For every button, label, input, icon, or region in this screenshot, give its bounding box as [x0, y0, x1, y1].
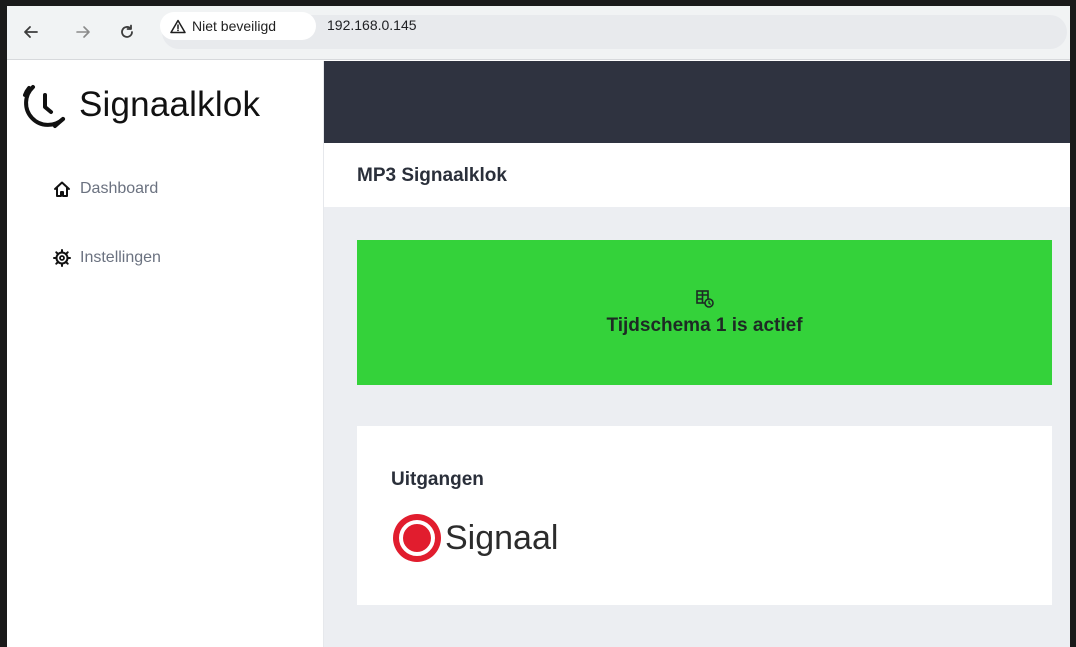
sidebar: Signaalklok Dashboard Instellingen: [7, 61, 324, 647]
top-bar: [324, 61, 1070, 143]
forward-icon[interactable]: [71, 20, 95, 44]
url-text[interactable]: 192.168.0.145: [327, 17, 417, 33]
sidebar-item-label: Instellingen: [80, 249, 161, 266]
sidebar-item-label: Dashboard: [80, 180, 159, 197]
main-content: MP3 Signaalklok Tijdschema 1 is actief U…: [324, 61, 1070, 647]
back-icon[interactable]: [19, 20, 43, 44]
home-icon: [54, 181, 70, 197]
schedule-icon: [695, 289, 714, 308]
warning-icon: [170, 19, 186, 33]
page-header: MP3 Signaalklok: [324, 143, 1070, 207]
security-label: Niet beveiligd: [192, 18, 277, 34]
reload-icon[interactable]: [115, 20, 139, 44]
clock-icon: [23, 85, 65, 128]
outputs-card: Uitgangen Signaal: [357, 426, 1052, 605]
brand-name: Signaalklok: [79, 85, 261, 124]
outputs-title: Uitgangen: [391, 469, 484, 490]
gear-icon: [53, 249, 71, 267]
output-signal[interactable]: Signaal: [393, 514, 558, 562]
active-schedule-banner: Tijdschema 1 is actief: [357, 240, 1052, 385]
sidebar-item-dashboard[interactable]: Dashboard: [53, 180, 158, 198]
security-chip[interactable]: Niet beveiligd: [160, 12, 316, 40]
output-label: Signaal: [445, 518, 559, 557]
signal-status-icon: [393, 514, 441, 562]
sidebar-item-instellingen[interactable]: Instellingen: [53, 249, 161, 267]
status-text: Tijdschema 1 is actief: [606, 314, 803, 336]
page-title: MP3 Signaalklok: [357, 165, 507, 186]
brand-logo[interactable]: Signaalklok: [19, 79, 260, 131]
